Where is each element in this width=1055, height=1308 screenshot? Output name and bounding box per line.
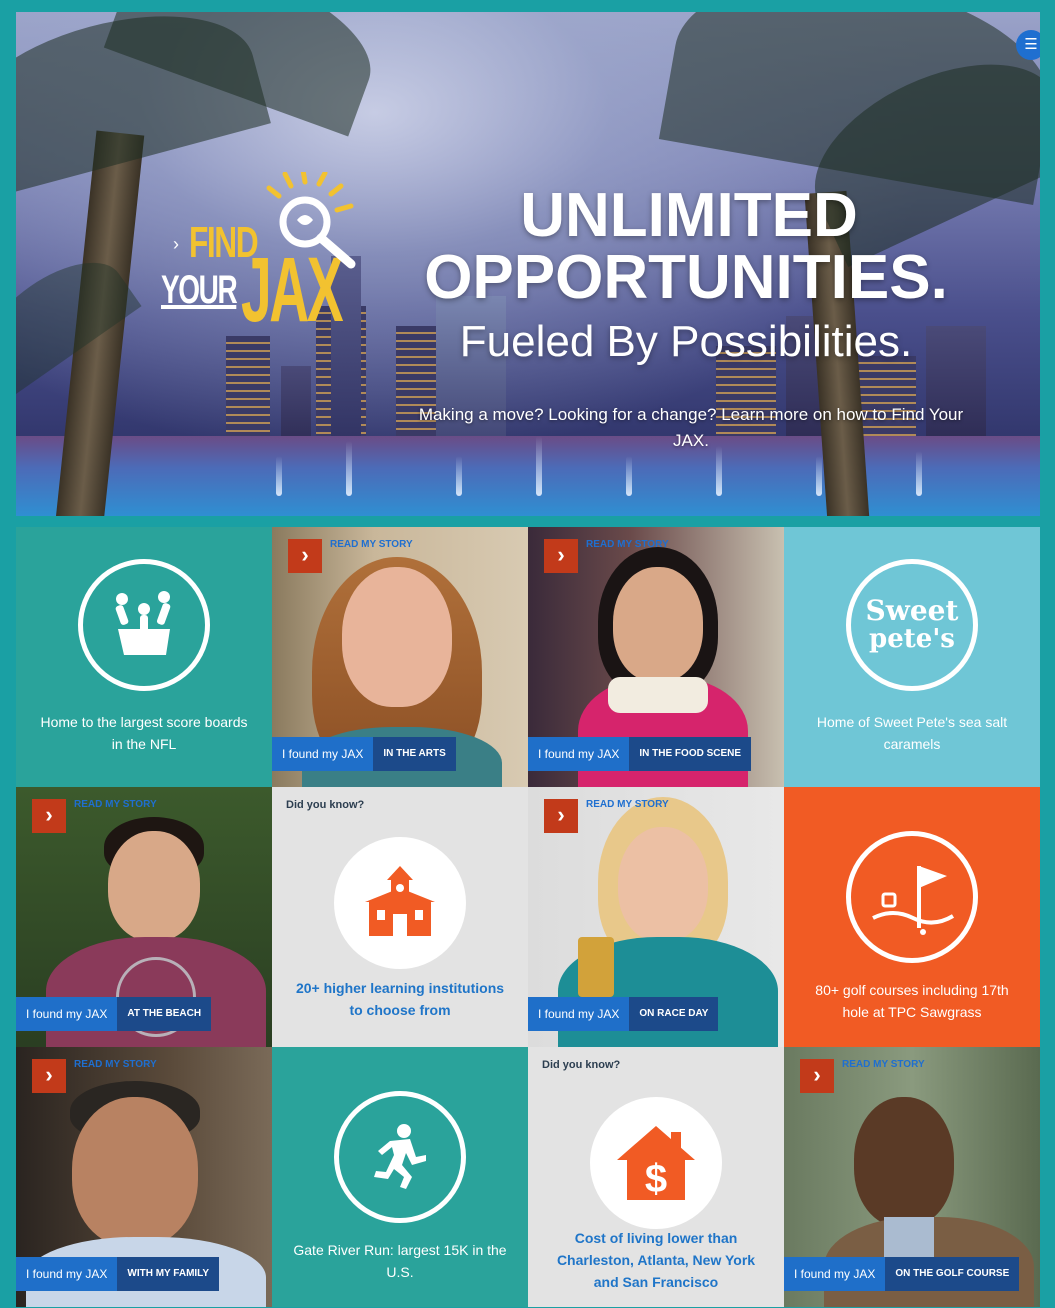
tile-golf-courses[interactable]: 80+ golf courses including 17th hole at … [784, 787, 1040, 1047]
tile-cost-of-living[interactable]: Did you know? $ Cost of living lower tha… [528, 1047, 784, 1307]
read-story-label: READ MY STORY [74, 1059, 157, 1070]
fact-text: Home of Sweet Pete's sea salt caramels [816, 714, 1008, 752]
found-my-jax-badge[interactable]: I found my JAX IN THE FOOD SCENE [528, 737, 752, 771]
badge-found: I found my JAX [528, 737, 630, 771]
read-story-button[interactable]: › [32, 799, 66, 833]
found-my-jax-badge[interactable]: I found my JAX WITH MY FAMILY [16, 1257, 220, 1291]
hero-subtext: Making a move? Looking for a change? Lea… [418, 405, 964, 450]
runner-icon [334, 1091, 466, 1223]
found-my-jax-badge[interactable]: I found my JAX IN THE ARTS [272, 737, 456, 771]
read-story-button[interactable]: › [288, 539, 322, 573]
house-dollar-icon: $ [590, 1097, 722, 1229]
read-story-label: READ MY STORY [586, 799, 669, 810]
read-story-label: READ MY STORY [74, 799, 157, 810]
fact-text: 20+ higher learning institutions to choo… [295, 980, 505, 1018]
fact-text: 80+ golf courses including 17th hole at … [815, 982, 1009, 1020]
badge-category: ON THE GOLF COURSE [885, 1257, 1020, 1291]
badge-category: WITH MY FAMILY [117, 1257, 220, 1291]
read-story-label: READ MY STORY [586, 539, 669, 550]
fact-text: Gate River Run: largest 15K in the U.S. [293, 1242, 507, 1280]
tile-story-race[interactable]: › READ MY STORY I found my JAX ON RACE D… [528, 787, 784, 1047]
tile-sweet-petes[interactable]: Sweet pete's Home of Sweet Pete's sea sa… [784, 527, 1040, 787]
badge-category: IN THE ARTS [373, 737, 456, 771]
menu-button[interactable]: ☰ [1016, 30, 1040, 60]
badge-found: I found my JAX [16, 1257, 118, 1291]
sweet-logo-line1: Sweet [865, 594, 959, 627]
golf-flag-icon [846, 831, 978, 963]
headline-opportunities: OPPORTUNITIES. [424, 243, 948, 312]
badge-category: ON RACE DAY [629, 997, 719, 1031]
tile-story-arts[interactable]: › READ MY STORY I found my JAX IN THE AR… [272, 527, 528, 787]
badge-category: IN THE FOOD SCENE [629, 737, 752, 771]
headline-fueled: Fueled By Possibilities. [459, 317, 913, 366]
found-my-jax-badge[interactable]: I found my JAX ON THE GOLF COURSE [784, 1257, 1020, 1291]
did-you-know-label: Did you know? [286, 799, 365, 811]
fact-text: Home to the largest score boards in the … [40, 714, 248, 752]
cheering-fans-icon [78, 559, 210, 691]
tile-gate-river-run[interactable]: Gate River Run: largest 15K in the U.S. [272, 1047, 528, 1307]
found-my-jax-badge[interactable]: I found my JAX ON RACE DAY [528, 997, 719, 1031]
found-my-jax-badge[interactable]: I found my JAX AT THE BEACH [16, 997, 212, 1031]
tile-story-beach[interactable]: › READ MY STORY I found my JAX AT THE BE… [16, 787, 272, 1047]
read-story-label: READ MY STORY [330, 539, 413, 550]
read-story-button[interactable]: › [800, 1059, 834, 1093]
schoolhouse-icon [334, 837, 466, 969]
badge-category: AT THE BEACH [117, 997, 212, 1031]
tile-higher-learning[interactable]: Did you know? 20+ higher learning instit… [272, 787, 528, 1047]
tile-story-family[interactable]: › READ MY STORY I found my JAX WITH MY F… [16, 1047, 272, 1307]
read-story-button[interactable]: › [32, 1059, 66, 1093]
hero-banner: ☰ › FIND YOUR JAX UNLIMITED OPPORTUNITIE… [16, 12, 1040, 516]
sweet-petes-logo: Sweet pete's [846, 559, 978, 691]
badge-found: I found my JAX [272, 737, 374, 771]
did-you-know-label: Did you know? [542, 1059, 621, 1071]
read-story-label: READ MY STORY [842, 1059, 925, 1070]
tile-story-food[interactable]: › READ MY STORY I found my JAX IN THE FO… [528, 527, 784, 787]
headline-unlimited: UNLIMITED [520, 181, 858, 250]
tile-grid: Home to the largest score boards in the … [16, 527, 1040, 1307]
read-story-button[interactable]: › [544, 799, 578, 833]
tile-nfl-scoreboards[interactable]: Home to the largest score boards in the … [16, 527, 272, 787]
badge-found: I found my JAX [784, 1257, 886, 1291]
sweet-logo-line2: pete's [869, 624, 955, 654]
tile-story-golf-course[interactable]: › READ MY STORY I found my JAX ON THE GO… [784, 1047, 1040, 1307]
logo-your: YOUR [161, 268, 238, 312]
svg-text:$: $ [645, 1157, 667, 1201]
badge-found: I found my JAX [16, 997, 118, 1031]
hamburger-icon: ☰ [1024, 36, 1038, 53]
fact-text: Cost of living lower than Charleston, At… [556, 1230, 756, 1290]
badge-found: I found my JAX [528, 997, 630, 1031]
read-story-button[interactable]: › [544, 539, 578, 573]
